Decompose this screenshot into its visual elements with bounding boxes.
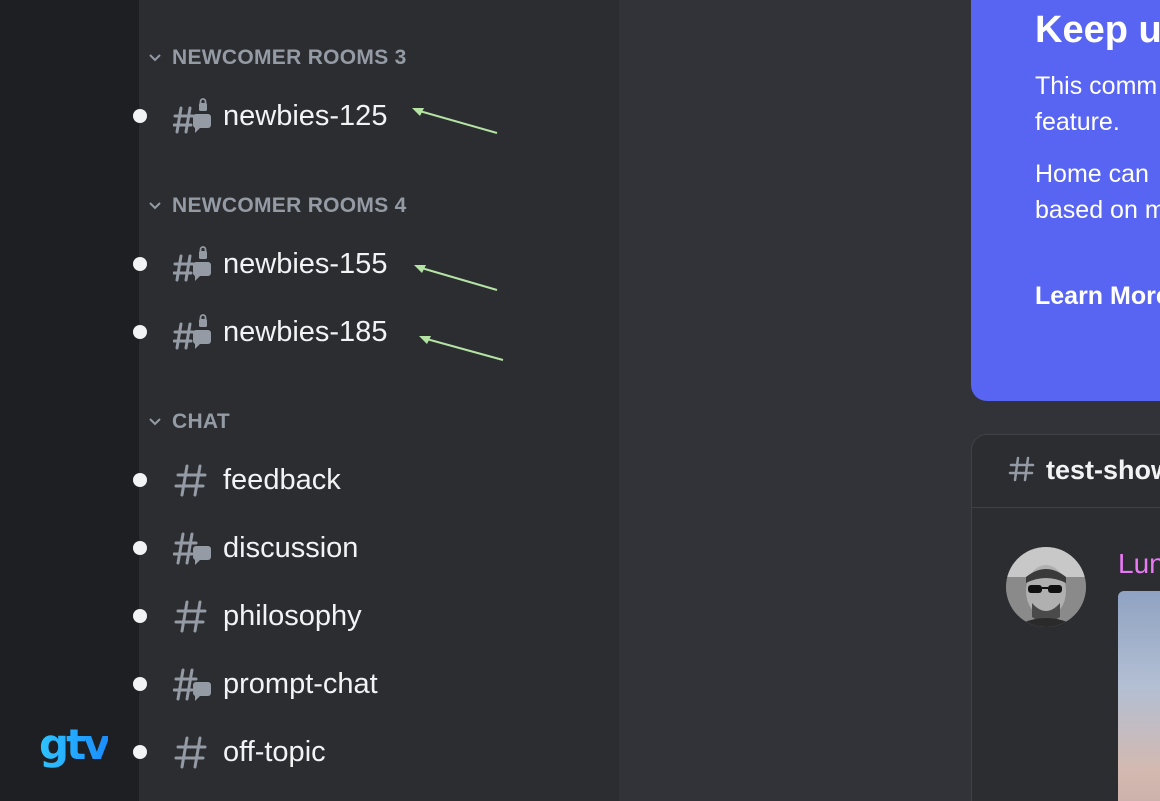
promo-text-line: Home can <box>1035 160 1149 188</box>
category-newcomer-rooms-4[interactable]: NEWCOMER ROOMS 4 <box>147 191 407 221</box>
promo-text-line: This comm <box>1035 72 1158 100</box>
channel-post-card[interactable]: test-show Lun <box>971 434 1160 801</box>
hash-icon <box>174 600 207 633</box>
channel-name: feedback <box>223 464 341 496</box>
channel-item-newbies-155[interactable]: newbies-155 <box>133 236 603 292</box>
learn-more-link[interactable]: Learn More <box>1035 282 1160 311</box>
unread-indicator <box>133 109 147 123</box>
promo-title: Keep u <box>1035 9 1160 51</box>
server-rail <box>0 0 139 801</box>
discord-window: gtv NEWCOMER ROOMS 3 newbies-125 NEWCOME… <box>0 0 1160 801</box>
forum-locked-icon <box>173 246 211 282</box>
channel-item-discussion[interactable]: discussion <box>133 520 603 576</box>
hash-icon <box>1008 456 1035 482</box>
channel-item-newbies-125[interactable]: newbies-125 <box>133 88 603 144</box>
category-newcomer-rooms-3[interactable]: NEWCOMER ROOMS 3 <box>147 43 407 73</box>
channel-name: prompt-chat <box>223 668 378 700</box>
category-chat[interactable]: CHAT <box>147 407 230 437</box>
post-thumbnail[interactable] <box>1118 591 1160 801</box>
unread-indicator <box>133 257 147 271</box>
hash-icon <box>174 464 207 497</box>
forum-locked-icon <box>173 98 211 134</box>
channel-item-newbies-185[interactable]: newbies-185 <box>133 304 603 360</box>
channel-item-philosophy[interactable]: philosophy <box>133 588 603 644</box>
channel-name: newbies-125 <box>223 100 388 132</box>
unread-indicator <box>133 677 147 691</box>
home-feature-promo: Keep u This comm feature. Home can based… <box>971 0 1160 401</box>
channel-item-off-topic[interactable]: off-topic <box>133 724 603 780</box>
unread-indicator <box>133 745 147 759</box>
unread-indicator <box>133 325 147 339</box>
category-label: NEWCOMER ROOMS 3 <box>172 46 407 69</box>
card-channel-name[interactable]: test-show <box>1046 455 1160 486</box>
chevron-down-icon <box>149 418 161 426</box>
channel-name: newbies-185 <box>223 316 388 348</box>
promo-text-line: based on m <box>1035 196 1160 224</box>
card-header: test-show <box>972 435 1160 508</box>
channel-name: philosophy <box>223 600 362 632</box>
avatar[interactable] <box>1006 547 1086 627</box>
channel-name: off-topic <box>223 736 326 768</box>
gtv-logo: gtv <box>39 720 111 769</box>
hash-icon <box>174 736 207 769</box>
unread-indicator <box>133 541 147 555</box>
channel-name: newbies-155 <box>223 248 388 280</box>
chevron-down-icon <box>149 54 161 62</box>
channel-item-feedback[interactable]: feedback <box>133 452 603 508</box>
post-author[interactable]: Lun <box>1118 548 1160 580</box>
unread-indicator <box>133 609 147 623</box>
channel-name: discussion <box>223 532 359 564</box>
forum-icon <box>173 532 211 565</box>
avatar-image <box>1006 547 1086 627</box>
channel-item-prompt-chat[interactable]: prompt-chat <box>133 656 603 712</box>
promo-text-line: feature. <box>1035 108 1120 136</box>
category-label: NEWCOMER ROOMS 4 <box>172 194 407 217</box>
forum-icon <box>173 668 211 701</box>
chevron-down-icon <box>149 202 161 210</box>
category-label: CHAT <box>172 410 230 433</box>
unread-indicator <box>133 473 147 487</box>
content-gap <box>619 0 971 801</box>
forum-locked-icon <box>173 314 211 350</box>
